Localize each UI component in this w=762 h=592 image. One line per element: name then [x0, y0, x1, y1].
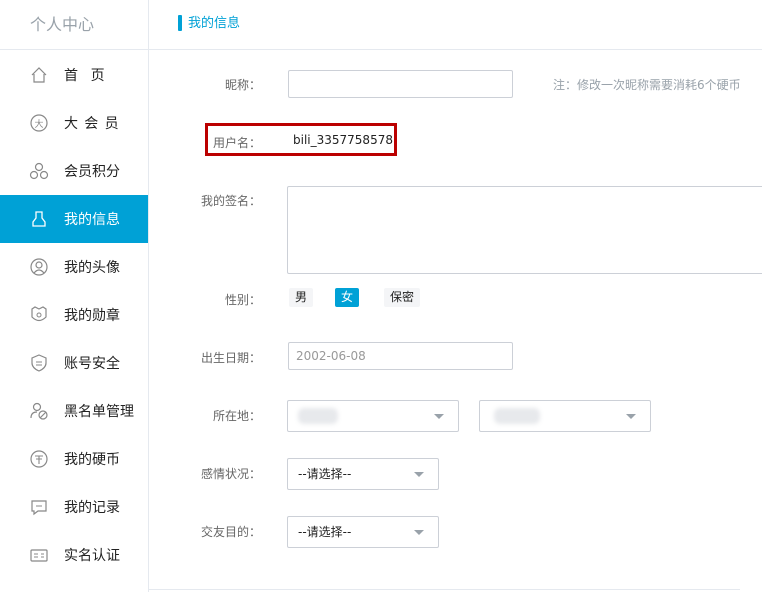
sidebar-item-security[interactable]: 账号安全 — [0, 339, 148, 387]
medal-icon — [31, 306, 47, 322]
sidebar-item-vip[interactable]: 大 大会员 — [0, 99, 148, 147]
points-icon — [29, 162, 49, 180]
sidebar-item-home[interactable]: 首页 — [0, 51, 148, 99]
sidebar-item-coins[interactable]: 我的硬币 — [0, 435, 148, 483]
gender-label: 性别： — [224, 293, 261, 307]
page-title: 我的信息 — [188, 16, 241, 31]
sidebar-item-label: 我的头像 — [64, 260, 120, 276]
city-select[interactable] — [479, 400, 651, 432]
sidebar-item-my-info[interactable]: 我的信息 — [0, 195, 148, 243]
blurred-city — [494, 408, 540, 424]
shield-icon — [31, 354, 47, 372]
sidebar-item-points[interactable]: 会员积分 — [0, 147, 148, 195]
sidebar-item-avatar[interactable]: 我的头像 — [0, 243, 148, 291]
content-header: 我的信息 — [149, 0, 762, 50]
chevron-down-icon — [626, 414, 636, 419]
sidebar-item-label: 我的信息 — [64, 212, 120, 228]
gender-option-female[interactable]: 女 — [335, 288, 360, 307]
purpose-value: --请选择-- — [298, 525, 352, 539]
header-accent-bar — [178, 15, 182, 31]
home-icon — [31, 67, 47, 83]
sidebar-item-label: 我的记录 — [64, 500, 120, 516]
blacklist-icon — [30, 402, 48, 420]
signature-textarea[interactable] — [287, 186, 762, 274]
sidebar-item-records[interactable]: 我的记录 — [0, 483, 148, 531]
sidebar-item-label: 实名认证 — [64, 548, 120, 564]
sidebar-title: 个人中心 — [0, 0, 148, 50]
divider — [149, 589, 740, 590]
coin-icon — [30, 450, 48, 468]
gender-option-secret[interactable]: 保密 — [384, 288, 421, 307]
relationship-label: 感情状况： — [200, 467, 261, 481]
province-select[interactable] — [287, 400, 459, 432]
sidebar-item-blacklist[interactable]: 黑名单管理 — [0, 387, 148, 435]
nickname-label: 昵称： — [224, 78, 261, 92]
relationship-value: --请选择-- — [298, 467, 352, 481]
username-label: 用户名： — [212, 136, 261, 150]
nickname-hint: 注：修改一次昵称需要消耗6个硬币 — [553, 78, 741, 92]
gender-option-male[interactable]: 男 — [289, 288, 314, 307]
sidebar-item-realname[interactable]: 实名认证 — [0, 531, 148, 579]
relationship-select[interactable]: --请选择-- — [287, 458, 439, 490]
sidebar-item-label: 会员积分 — [64, 164, 120, 180]
signature-label: 我的签名： — [200, 194, 261, 208]
sidebar: 个人中心 首页 大 大会员 会员积分 我的信息 我的头像 我的勋章 账号安全 黑… — [0, 0, 149, 592]
sidebar-item-label: 首页 — [64, 68, 118, 84]
purpose-label: 交友目的： — [200, 525, 261, 539]
id-card-icon — [30, 549, 48, 562]
purpose-select[interactable]: --请选择-- — [287, 516, 439, 548]
chevron-down-icon — [414, 472, 424, 477]
birthday-input[interactable]: 2002-06-08 — [288, 342, 513, 370]
sidebar-item-label: 我的硬币 — [64, 452, 120, 468]
nickname-input[interactable] — [288, 70, 513, 98]
avatar-icon — [30, 258, 48, 276]
sidebar-item-label: 黑名单管理 — [64, 404, 134, 420]
record-icon — [31, 500, 47, 516]
sidebar-item-label: 大会员 — [64, 116, 125, 132]
user-icon — [32, 211, 46, 227]
vip-icon: 大 — [30, 114, 48, 132]
svg-text:大: 大 — [34, 118, 43, 130]
sidebar-item-label: 账号安全 — [64, 356, 120, 372]
chevron-down-icon — [434, 414, 444, 419]
blurred-province — [298, 408, 338, 424]
chevron-down-icon — [414, 530, 424, 535]
sidebar-item-label: 我的勋章 — [64, 308, 120, 324]
location-label: 所在地： — [212, 409, 261, 423]
sidebar-item-medal[interactable]: 我的勋章 — [0, 291, 148, 339]
username-value: bili_3357758578 — [293, 133, 393, 147]
birthday-label: 出生日期： — [200, 351, 261, 365]
